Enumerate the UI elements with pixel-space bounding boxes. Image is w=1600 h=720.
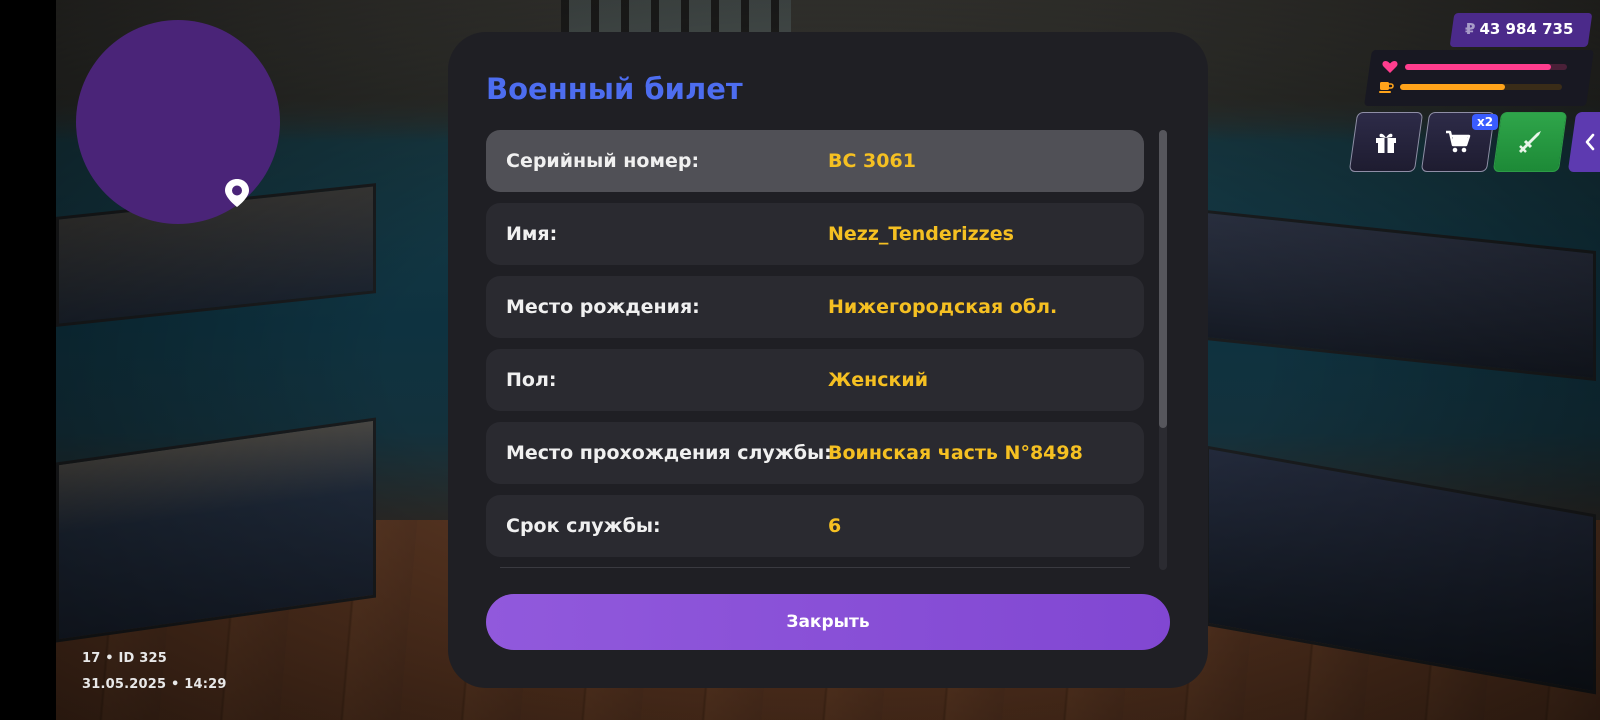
chevron-left-icon xyxy=(1585,133,1595,151)
health-bar xyxy=(1405,64,1567,70)
info-row-name[interactable]: Имя: Nezz_Tenderizzes xyxy=(486,203,1144,265)
row-value: Nezz_Tenderizzes xyxy=(828,223,1014,245)
cup-icon xyxy=(1379,82,1394,93)
game-screen: 17 • ID 325 31.05.2025 • 14:29 ₽43 984 7… xyxy=(0,0,1600,720)
info-row-birthplace[interactable]: Место рождения: Нижегородская обл. xyxy=(486,276,1144,338)
weapon-icon xyxy=(1519,131,1541,153)
row-value: Нижегородская обл. xyxy=(828,296,1058,318)
money-display: ₽43 984 735 xyxy=(1465,20,1573,38)
row-label: Срок службы: xyxy=(506,515,661,537)
info-list[interactable]: Серийный номер: BC 3061 Имя: Nezz_Tender… xyxy=(486,130,1144,570)
row-label: Имя: xyxy=(506,223,558,245)
food-bar xyxy=(1400,84,1562,90)
row-value: BC 3061 xyxy=(828,150,916,172)
map-pin-icon xyxy=(225,179,249,207)
row-label: Пол: xyxy=(506,369,557,391)
close-button[interactable]: Закрыть xyxy=(486,594,1170,650)
row-label: Серийный номер: xyxy=(506,150,700,172)
gift-button[interactable] xyxy=(1348,112,1424,172)
heart-icon xyxy=(1382,61,1398,73)
money-amount: 43 984 735 xyxy=(1479,20,1574,38)
info-row-serial[interactable]: Серийный номер: BC 3061 xyxy=(486,130,1144,192)
player-level-id: 17 • ID 325 xyxy=(82,651,167,666)
info-row-service-place[interactable]: Место прохождения службы: Воинская часть… xyxy=(486,422,1144,484)
food-bar-fill xyxy=(1400,84,1506,90)
status-bars-panel xyxy=(1364,50,1594,106)
list-divider xyxy=(500,567,1130,568)
row-label: Место рождения: xyxy=(506,296,700,318)
letterbox-bar xyxy=(0,0,56,720)
date-time: 31.05.2025 • 14:29 xyxy=(82,677,227,692)
info-row-service-term[interactable]: Срок службы: 6 xyxy=(486,495,1144,557)
gift-icon xyxy=(1376,133,1396,153)
scrollbar-thumb[interactable] xyxy=(1159,130,1167,428)
dialog-title: Военный билет xyxy=(486,72,743,106)
cart-icon xyxy=(1446,130,1471,153)
row-value: Воинская часть N°8498 xyxy=(828,442,1083,464)
row-value: 6 xyxy=(828,515,842,537)
row-label: Место прохождения службы: xyxy=(506,442,832,464)
health-bar-fill xyxy=(1405,64,1551,70)
weapon-button[interactable] xyxy=(1492,112,1568,172)
row-value: Женский xyxy=(828,369,929,391)
info-row-gender[interactable]: Пол: Женский xyxy=(486,349,1144,411)
cart-multiplier-badge: x2 xyxy=(1472,114,1499,130)
ruble-icon: ₽ xyxy=(1465,20,1476,38)
